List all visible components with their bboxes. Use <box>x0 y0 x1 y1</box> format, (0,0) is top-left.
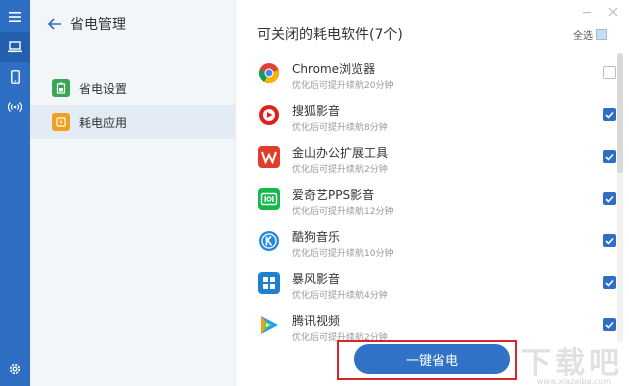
close-icon <box>608 7 618 17</box>
gear-icon <box>9 363 21 375</box>
baofeng-icon <box>258 272 280 294</box>
select-all-checkbox[interactable] <box>596 29 607 40</box>
main-content: 可关闭的耗电软件(7个) 全选 Chrome浏览器 优化后可提升续航20分钟 搜… <box>236 0 629 386</box>
panel-header: 省电管理 <box>46 14 126 34</box>
app-checkbox[interactable] <box>603 150 616 163</box>
back-arrow-icon <box>48 18 61 30</box>
back-button[interactable] <box>46 15 64 33</box>
section-title: 可关闭的耗电软件(7个) <box>257 27 403 43</box>
check-icon <box>605 153 614 161</box>
wps-icon <box>258 146 280 168</box>
rail-laptop-button[interactable] <box>0 32 30 62</box>
power-panel-sidebar: 省电管理 省电设置 耗电应用 <box>30 0 236 386</box>
iqiyi-icon <box>258 188 280 210</box>
menu-button[interactable] <box>0 2 30 32</box>
list-item: 爱奇艺PPS影音 优化后可提升续航12分钟 <box>236 179 616 221</box>
app-name: 搜狐影音 <box>292 104 341 118</box>
window-controls <box>581 6 619 18</box>
nav-item-power-settings[interactable]: 省电设置 <box>30 71 236 105</box>
hamburger-menu-icon <box>9 12 21 22</box>
app-description: 优化后可提升续航10分钟 <box>292 249 394 259</box>
minimize-button[interactable] <box>581 6 593 18</box>
list-item: 金山办公扩展工具 优化后可提升续航2分钟 <box>236 137 616 179</box>
watermark-url: www.xiazaiba.com <box>536 377 611 386</box>
app-description: 优化后可提升续航20分钟 <box>292 81 394 91</box>
wireless-broadcast-icon <box>8 102 22 112</box>
minimize-icon <box>583 12 591 14</box>
laptop-icon <box>8 41 22 53</box>
list-item: 搜狐影音 优化后可提升续航8分钟 <box>236 95 616 137</box>
kugou-icon <box>258 230 280 252</box>
sohu-video-icon <box>258 104 280 126</box>
app-name: 爱奇艺PPS影音 <box>292 188 375 202</box>
list-item: 暴风影音 优化后可提升续航4分钟 <box>236 263 616 305</box>
chrome-icon <box>258 62 280 84</box>
scroll-thumb[interactable] <box>617 53 623 173</box>
app-name: 暴风影音 <box>292 272 341 286</box>
app-description: 优化后可提升续航4分钟 <box>292 291 388 301</box>
nav-label: 省电设置 <box>79 81 128 96</box>
app-checkbox[interactable] <box>603 108 616 121</box>
app-name: 金山办公扩展工具 <box>292 146 389 160</box>
app-description: 优化后可提升续航2分钟 <box>292 165 388 175</box>
rail-wireless-button[interactable] <box>0 92 30 122</box>
app-description: 优化后可提升续航8分钟 <box>292 123 388 133</box>
nav-label: 耗电应用 <box>79 115 128 130</box>
close-button[interactable] <box>607 6 619 18</box>
one-click-save-power-button[interactable]: 一键省电 <box>354 344 510 374</box>
rail-phone-button[interactable] <box>0 62 30 92</box>
app-checkbox[interactable] <box>603 66 616 79</box>
check-icon <box>605 237 614 245</box>
select-all-control[interactable]: 全选 <box>573 27 607 42</box>
check-icon <box>605 195 614 203</box>
watermark: 下载吧 <box>521 346 623 381</box>
settings-button[interactable] <box>0 354 30 384</box>
app-name: Chrome浏览器 <box>292 62 376 76</box>
list-item: Chrome浏览器 优化后可提升续航20分钟 <box>236 53 616 95</box>
panel-title: 省电管理 <box>70 17 126 33</box>
icon-rail <box>0 0 30 386</box>
check-icon <box>605 279 614 287</box>
app-name: 酷狗音乐 <box>292 230 341 244</box>
nav-item-power-apps[interactable]: 耗电应用 <box>30 105 236 139</box>
check-icon <box>605 321 614 329</box>
app-description: 优化后可提升续航12分钟 <box>292 207 394 217</box>
app-checkbox[interactable] <box>603 276 616 289</box>
power-app-icon <box>52 113 70 131</box>
list-scrollbar[interactable] <box>617 53 623 343</box>
list-item: 酷狗音乐 优化后可提升续航10分钟 <box>236 221 616 263</box>
check-icon <box>605 111 614 119</box>
phone-icon <box>10 70 20 84</box>
app-list: Chrome浏览器 优化后可提升续航20分钟 搜狐影音 优化后可提升续航8分钟 … <box>236 53 616 343</box>
tencent-video-icon <box>258 314 280 336</box>
battery-icon <box>52 79 70 97</box>
app-checkbox[interactable] <box>603 234 616 247</box>
select-all-label: 全选 <box>573 31 593 42</box>
app-name: 腾讯视频 <box>292 314 341 328</box>
app-checkbox[interactable] <box>603 318 616 331</box>
app-checkbox[interactable] <box>603 192 616 205</box>
